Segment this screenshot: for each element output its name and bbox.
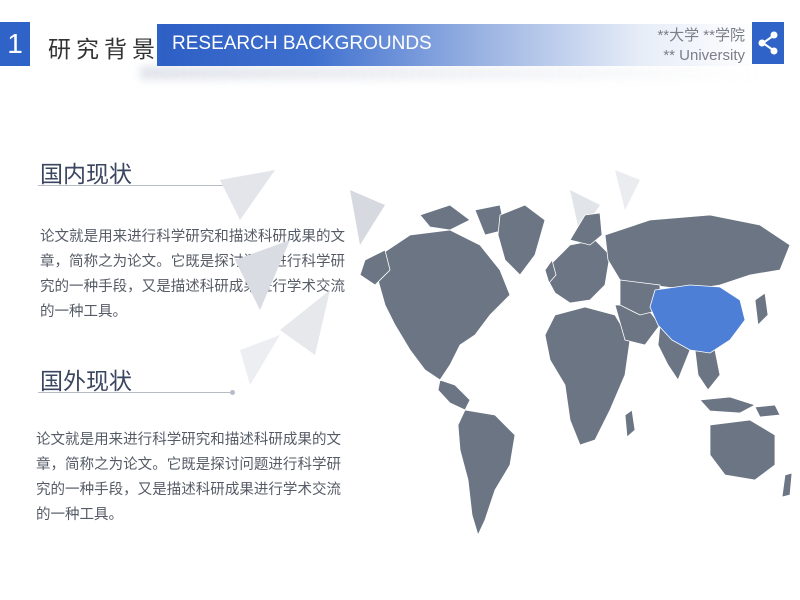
heading-divider	[38, 185, 233, 186]
banner-accent	[157, 24, 161, 66]
papua	[754, 404, 781, 418]
australia	[709, 419, 776, 481]
russia	[604, 214, 791, 291]
section-number: 1	[0, 22, 30, 66]
section-title: 研究背景	[48, 37, 160, 63]
greenland	[497, 204, 546, 276]
divider-dot	[230, 390, 235, 395]
section-heading-domestic: 国内现状	[40, 162, 132, 188]
scandinavia	[569, 212, 603, 246]
section-heading-foreign: 国外现状	[40, 369, 132, 395]
banner-title: RESEARCH BACKGROUNDS	[172, 33, 432, 54]
south-america	[457, 409, 516, 537]
indonesia	[699, 396, 757, 414]
heading-divider	[38, 392, 233, 393]
header-shadow	[140, 66, 760, 80]
section-body-foreign: 论文就是用来进行科学研究和描述科研成果的文章，简称之为论文。它既是探讨问题进行科…	[36, 432, 341, 523]
school-line: **大学 **学院	[657, 27, 745, 44]
new-zealand	[781, 472, 793, 498]
central-america	[437, 379, 471, 411]
slide: 1 研究背景 RESEARCH BACKGROUNDS **大学 **学院 **…	[0, 0, 800, 600]
africa	[544, 306, 631, 446]
world-map	[359, 204, 793, 537]
madagascar	[624, 409, 636, 438]
southeast-asia	[694, 349, 721, 391]
university-label: **大学 **学院 ** University	[657, 26, 745, 66]
canada-islands	[419, 204, 471, 231]
share-button[interactable]	[752, 22, 784, 64]
share-icon	[758, 31, 778, 55]
north-america	[377, 229, 511, 381]
university-line: ** University	[663, 47, 745, 64]
japan	[754, 292, 769, 326]
header: 1 研究背景 RESEARCH BACKGROUNDS **大学 **学院 **…	[0, 0, 800, 90]
europe	[547, 239, 611, 304]
